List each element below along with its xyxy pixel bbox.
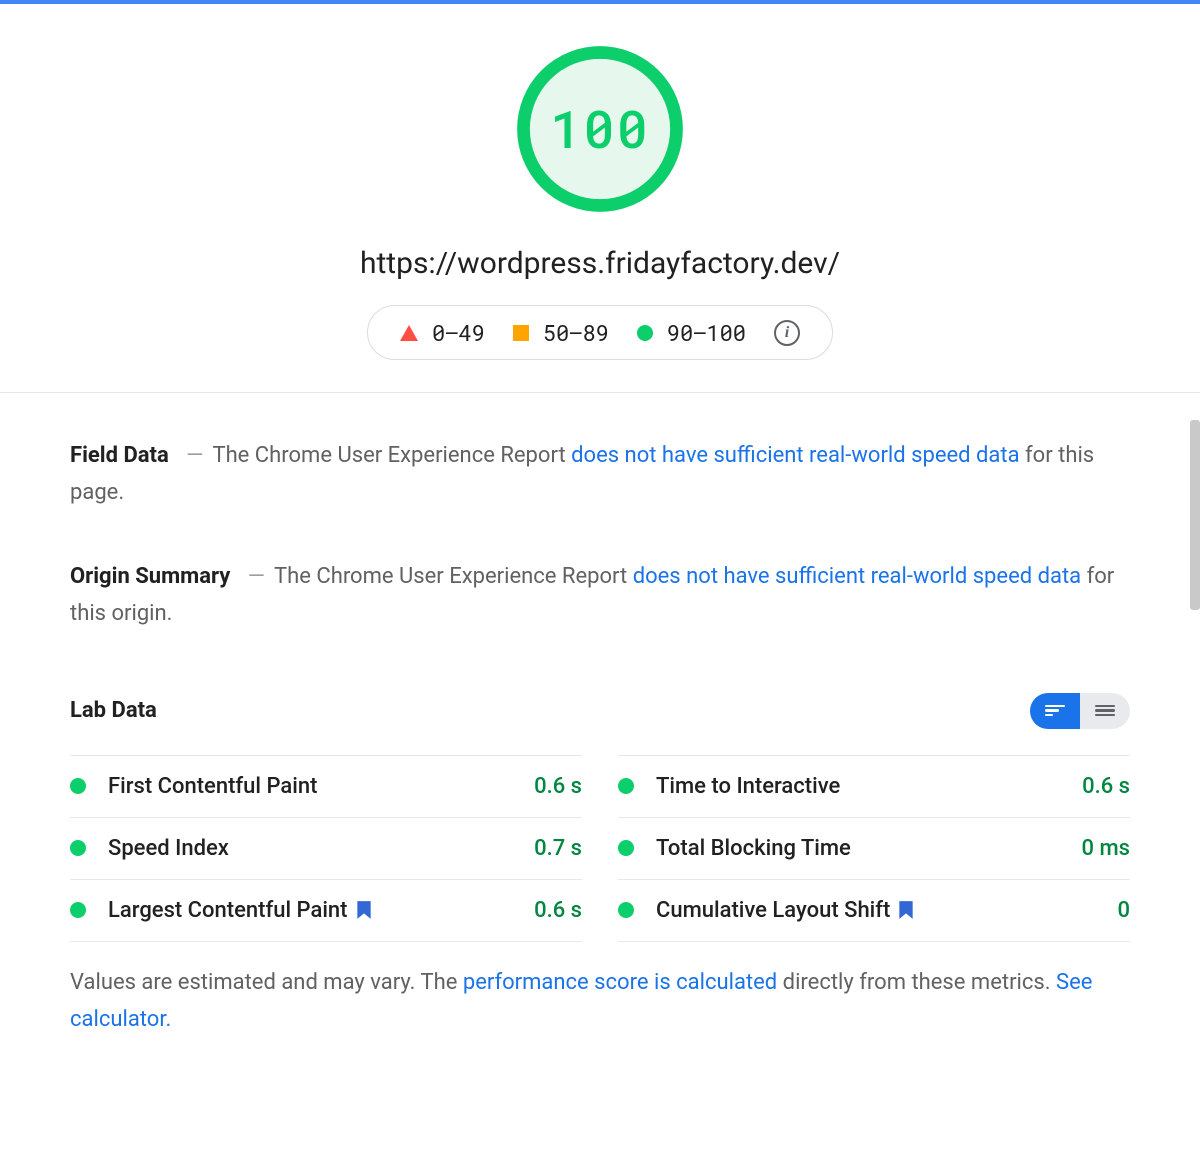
square-orange-icon — [513, 325, 529, 341]
status-dot-icon — [618, 778, 634, 794]
origin-summary-prefix: The Chrome User Experience Report — [274, 564, 633, 589]
metric-name-text: Cumulative Layout Shift — [656, 898, 890, 923]
metric-name: Largest Contentful Paint — [108, 898, 534, 923]
status-dot-icon — [70, 840, 86, 856]
legend-avg-label: 50–89 — [543, 318, 609, 347]
metric-name-text: Largest Contentful Paint — [108, 898, 348, 923]
report-body: Field Data — The Chrome User Experience … — [0, 393, 1200, 1038]
status-dot-icon — [618, 902, 634, 918]
field-data-link[interactable]: does not have sufficient real-world spee… — [571, 443, 1019, 468]
lines-equal-icon — [1095, 703, 1115, 719]
info-icon[interactable]: i — [774, 320, 800, 346]
metric-name-text: Time to Interactive — [656, 774, 840, 799]
metric-value: 0 ms — [1082, 836, 1130, 861]
lab-data-title: Lab Data — [70, 698, 157, 723]
view-toggle — [1030, 693, 1130, 729]
metric-name-text: Speed Index — [108, 836, 229, 861]
scrollbar-thumb[interactable] — [1190, 420, 1200, 610]
status-dot-icon — [70, 778, 86, 794]
circle-green-icon — [637, 325, 653, 341]
em-dash: — — [248, 564, 265, 589]
legend-good: 90–100 — [637, 318, 746, 347]
metric-value: 0.6 s — [1082, 774, 1130, 799]
origin-summary-link[interactable]: does not have sufficient real-world spee… — [633, 564, 1081, 589]
metric-row[interactable]: Time to Interactive 0.6 s — [618, 755, 1130, 817]
status-dot-icon — [618, 840, 634, 856]
footnote-mid: directly from these metrics. — [777, 970, 1056, 995]
legend-poor: 0–49 — [400, 318, 485, 347]
metric-name: Time to Interactive — [656, 774, 1082, 799]
score-value: 100 — [515, 44, 685, 214]
field-data-prefix: The Chrome User Experience Report — [212, 443, 571, 468]
footnote-prefix: Values are estimated and may vary. The — [70, 970, 463, 995]
metric-value: 0.6 s — [534, 898, 582, 923]
metric-value: 0 — [1117, 898, 1130, 923]
metric-row[interactable]: First Contentful Paint 0.6 s — [70, 755, 582, 817]
metric-row[interactable]: Speed Index 0.7 s — [70, 817, 582, 879]
score-header: 100 https://wordpress.fridayfactory.dev/… — [0, 4, 1200, 393]
tested-url: https://wordpress.fridayfactory.dev/ — [0, 246, 1200, 281]
score-gauge: 100 — [515, 44, 685, 214]
bookmark-icon — [356, 900, 372, 920]
legend-good-label: 90–100 — [667, 318, 746, 347]
metric-name-text: First Contentful Paint — [108, 774, 317, 799]
status-dot-icon — [70, 902, 86, 918]
legend-average: 50–89 — [513, 318, 609, 347]
metric-name: Total Blocking Time — [656, 836, 1082, 861]
origin-summary-section: Origin Summary — The Chrome User Experie… — [70, 558, 1130, 633]
lines-descending-icon — [1045, 703, 1065, 719]
metric-row[interactable]: Largest Contentful Paint 0.6 s — [70, 879, 582, 942]
metric-name: First Contentful Paint — [108, 774, 534, 799]
triangle-red-icon — [400, 325, 418, 341]
view-toggle-expanded[interactable] — [1030, 693, 1080, 729]
legend-poor-label: 0–49 — [432, 318, 485, 347]
metrics-grid: First Contentful Paint0.6 sTime to Inter… — [70, 755, 1130, 942]
origin-summary-title: Origin Summary — [70, 564, 230, 589]
metric-value: 0.6 s — [534, 774, 582, 799]
lab-data-header: Lab Data — [70, 693, 1130, 729]
footnote-link-calculated[interactable]: performance score is calculated — [463, 970, 777, 995]
em-dash: — — [186, 443, 203, 468]
metric-value: 0.7 s — [534, 836, 582, 861]
metric-row[interactable]: Total Blocking Time 0 ms — [618, 817, 1130, 879]
field-data-title: Field Data — [70, 443, 169, 468]
bookmark-icon — [898, 900, 914, 920]
score-legend: 0–49 50–89 90–100 i — [367, 305, 833, 360]
lab-data-footnote: Values are estimated and may vary. The p… — [70, 964, 1130, 1039]
metric-name: Cumulative Layout Shift — [656, 898, 1117, 923]
metric-name-text: Total Blocking Time — [656, 836, 851, 861]
metric-row[interactable]: Cumulative Layout Shift 0 — [618, 879, 1130, 942]
field-data-section: Field Data — The Chrome User Experience … — [70, 437, 1130, 512]
view-toggle-compact[interactable] — [1080, 693, 1130, 729]
metric-name: Speed Index — [108, 836, 534, 861]
